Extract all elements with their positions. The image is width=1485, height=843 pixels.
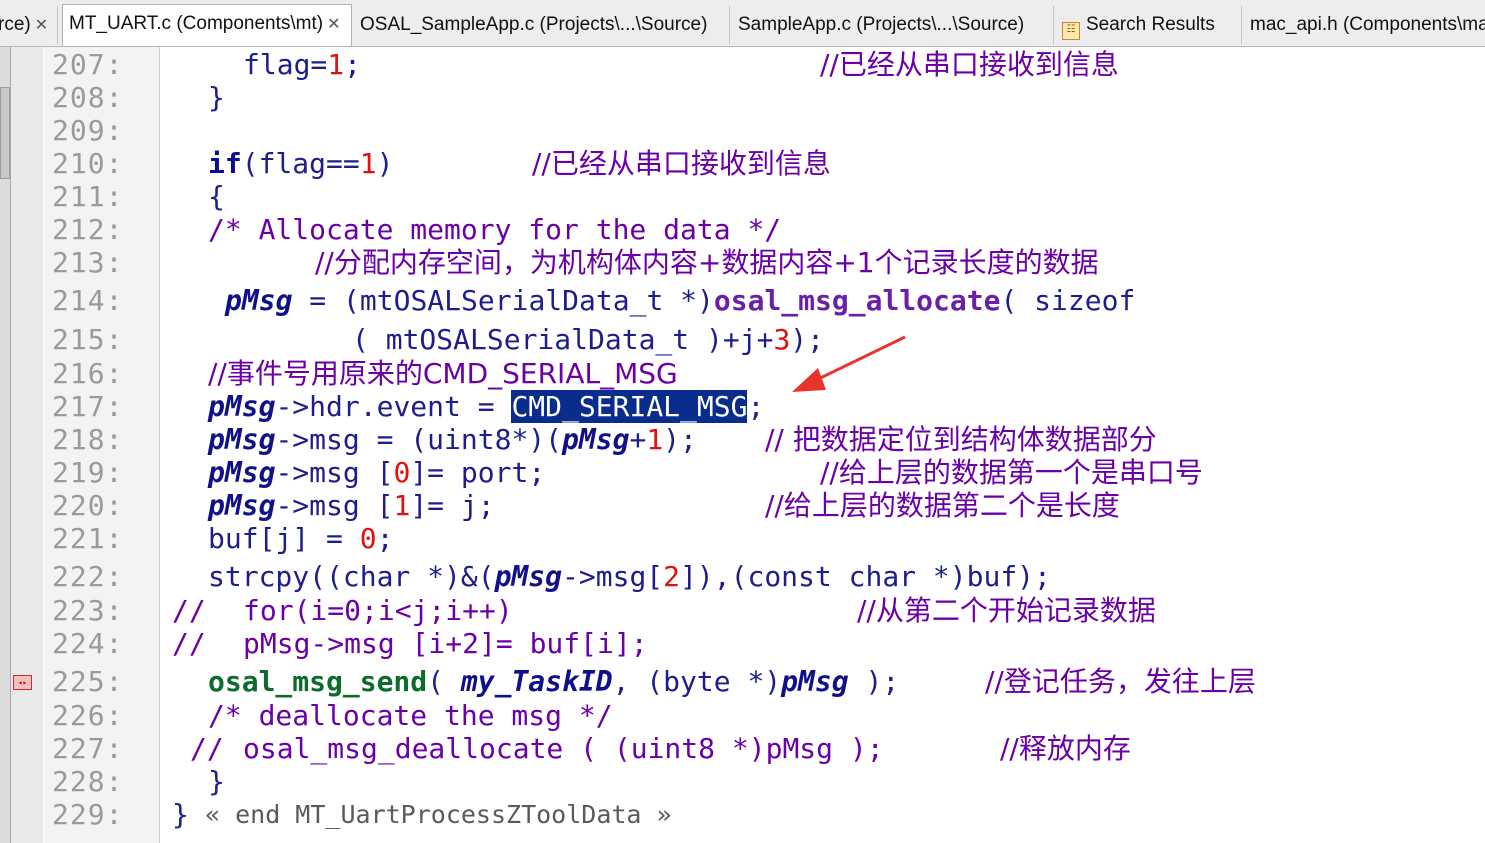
- red-arrow-annotation: [792, 335, 906, 392]
